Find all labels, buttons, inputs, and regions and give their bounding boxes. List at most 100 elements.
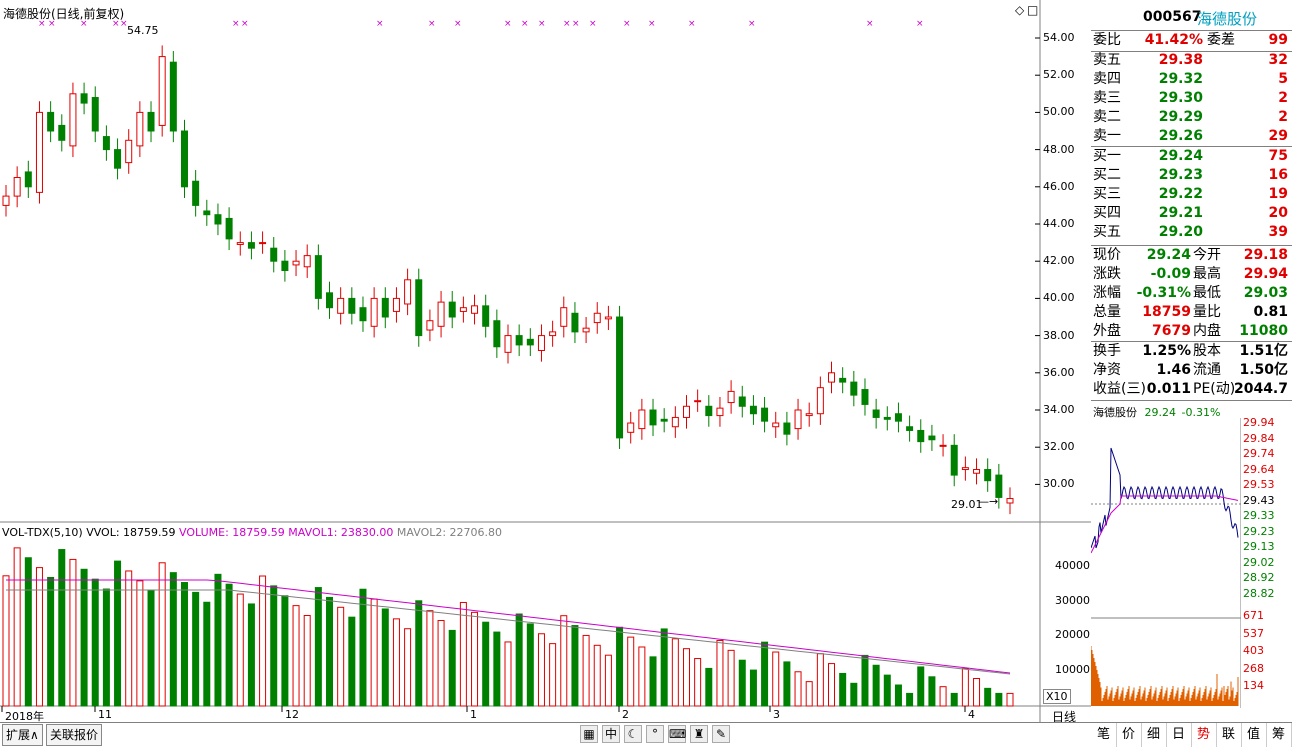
tab-7[interactable]: 筹 [1266,723,1292,747]
tab-3[interactable]: 日 [1166,723,1192,747]
expand-button[interactable]: 扩展∧ [2,724,43,746]
tab-1[interactable]: 价 [1116,723,1142,747]
buy-level-row[interactable]: 买二 29.23 16 [1093,166,1290,185]
keyboard-icon[interactable]: ⌨ [668,725,686,743]
quote-label: 外盘 [1093,323,1121,339]
quote-row: 外盘 7679 内盘 11080 [1093,322,1290,341]
square-icon[interactable]: □ [1027,3,1038,17]
related-quote-button[interactable]: 关联报价 [46,724,103,746]
candle [147,111,155,132]
price-axis-label: 54.00 [1043,31,1075,44]
candle [939,444,947,447]
candle [537,335,545,351]
sell-level-row[interactable]: 卖三 29.30 2 [1093,89,1290,108]
buy-level-row[interactable]: 买五 29.20 39 [1093,223,1290,242]
candle [917,429,925,443]
row-label: 买一 [1093,148,1121,164]
weibi-row: 委比 41.42% 委差 99 [1093,31,1290,50]
moon-icon[interactable]: ☾ [624,725,642,743]
candle [225,217,233,240]
intraday-volume-label: 403 [1243,644,1264,657]
quote-label: 内盘 [1193,323,1221,339]
diamond-icon[interactable]: ◇ [1015,3,1024,17]
quote-value: 0.81 [1253,304,1288,320]
sell-level-row[interactable]: 卖五 29.38 32 [1093,51,1290,70]
volume-bar [337,606,345,707]
quote-value: 29.03 [1243,285,1288,301]
volume-bar [493,631,501,707]
candle [158,56,166,126]
intraday-price-label: 29.64 [1243,462,1275,476]
volume-bar [247,603,255,707]
volume-bar [459,601,467,707]
fund-value: 1.50亿 [1239,362,1288,378]
kline-chart[interactable]: × × × × × × × × × × × × × × × × × × × × × × [0,0,1091,722]
candle [794,409,802,430]
candle [259,242,267,245]
candle [102,136,110,151]
price-axis-label: 34.00 [1043,403,1075,416]
candle [716,407,724,417]
price-axis-label: 42.00 [1043,254,1075,268]
sell-level-row[interactable]: 卖四 29.32 5 [1093,70,1290,89]
language-icon[interactable]: 中 [602,725,620,743]
candle [58,124,66,141]
quote-value: 7679 [1152,323,1191,339]
volume-bar [582,634,590,707]
candle [627,422,635,433]
grid-icon[interactable]: ▦ [580,725,598,743]
dot-icon[interactable]: ° [646,725,664,743]
intraday-volume-label: 134 [1243,679,1264,692]
volume-unit: X10 [1043,689,1071,704]
event-mark: × [648,19,656,29]
intraday-price-label: 29.13 [1243,540,1275,553]
volume-bar [91,578,99,707]
candle [236,242,244,245]
date-axis-label: 12 [285,708,299,721]
candle [326,292,334,309]
price-axis-label: 32.00 [1043,440,1075,454]
vol-vvol: VVOL: 18759.59 [86,526,176,539]
price-axis-label: 46.00 [1043,179,1075,193]
row-price: 29.24 [1158,148,1203,164]
intraday-price-line [1091,447,1239,549]
tab-2[interactable]: 细 [1141,723,1167,747]
candle [549,331,557,337]
intraday-chart[interactable] [1091,418,1241,708]
buy-level-row[interactable]: 买一 29.24 75 [1093,147,1290,166]
weicha-value: 99 [1268,32,1288,48]
buy-level-row[interactable]: 买四 29.21 20 [1093,204,1290,223]
shirt-icon[interactable]: ♜ [690,725,708,743]
price-axis-label: 52.00 [1043,68,1075,82]
tab-4[interactable]: 势 [1191,723,1217,747]
high-mark: 54.75 [127,24,159,37]
sell-level-row[interactable]: 卖一 29.26 29 [1093,127,1290,146]
date-axis-label: 2 [622,708,629,721]
volume-bar [169,572,177,707]
quote-label: 涨幅 [1093,285,1121,301]
wrench-icon[interactable]: ✎ [712,725,730,743]
tab-5[interactable]: 联 [1216,723,1242,747]
intraday-price-label: 29.02 [1243,555,1275,569]
volume-bar [961,668,969,707]
row-label: 卖一 [1093,128,1121,144]
volume-bar [214,573,222,707]
buy-level-row[interactable]: 买三 29.22 19 [1093,185,1290,204]
volume-bar [69,558,77,707]
volume-bar [716,639,724,707]
tab-0[interactable]: 笔 [1091,723,1117,747]
sell-level-row[interactable]: 卖二 29.29 2 [1093,108,1290,127]
tab-6[interactable]: 值 [1241,723,1267,747]
stock-code: 000567 [1143,9,1202,25]
candle [482,305,490,327]
intraday-price-label: 29.53 [1243,478,1275,491]
candle [560,307,568,327]
candle [381,297,389,318]
volume-bar [861,654,869,707]
volume-header: VOL-TDX(5,10) VVOL: 18759.59 VOLUME: 187… [2,526,502,539]
date-axis-label: 4 [968,708,975,721]
vol-mavol1: MAVOL1: 23830.00 [288,526,394,539]
fund-label: PE(动) [1193,381,1236,397]
stock-name: 海德股份 [1197,10,1258,28]
volume-bar [671,638,679,707]
